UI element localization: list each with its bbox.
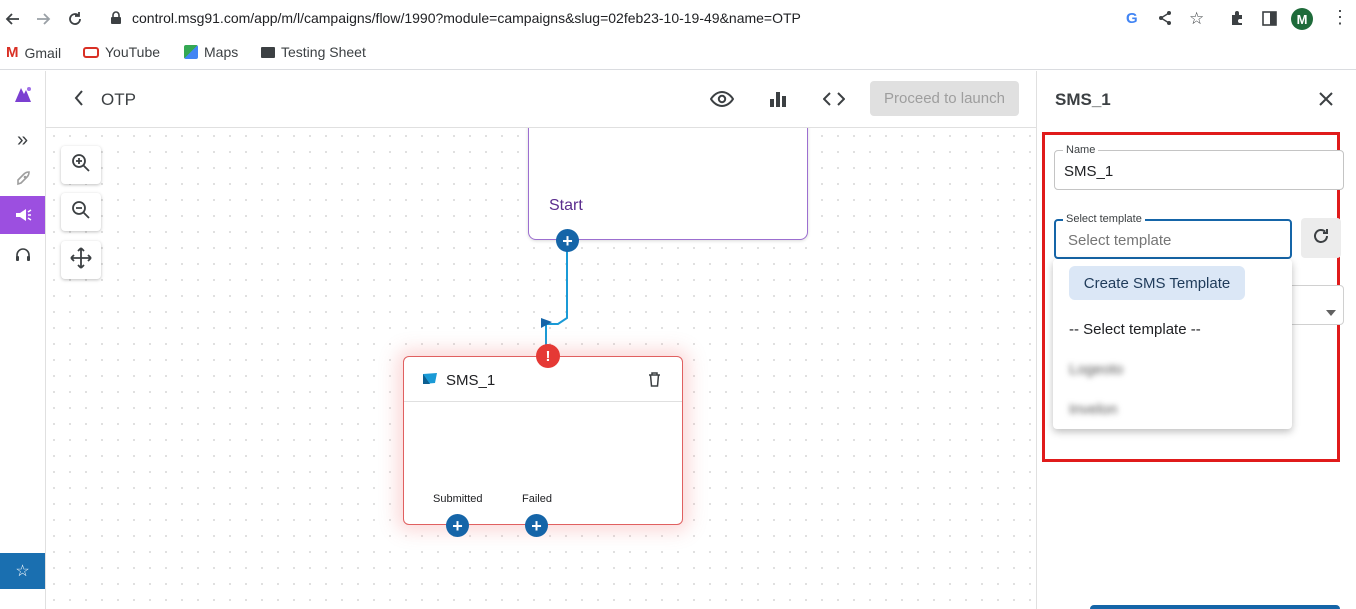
gmail-icon: M xyxy=(6,44,19,61)
menu-dots-icon[interactable]: ⋮ xyxy=(1331,8,1349,26)
analytics-bar-icon[interactable] xyxy=(769,90,787,113)
dropdown-option-blurred[interactable]: Logeoto xyxy=(1069,361,1123,378)
share-icon[interactable] xyxy=(1157,10,1173,31)
bookmark-label: Testing Sheet xyxy=(281,44,366,60)
output-submitted-label: Submitted xyxy=(433,493,483,505)
expand-sidebar-icon[interactable]: » xyxy=(0,121,45,159)
name-field-value: SMS_1 xyxy=(1064,163,1114,180)
bookmark-label: YouTube xyxy=(105,44,161,60)
sms-node-title: SMS_1 xyxy=(446,372,496,389)
preview-eye-icon[interactable] xyxy=(709,90,735,113)
delete-trash-icon[interactable] xyxy=(648,372,661,392)
rocket-icon[interactable] xyxy=(0,160,45,198)
browser-toolbar: control.msg91.com/app/m/l/campaigns/flow… xyxy=(0,0,1356,37)
folder-icon xyxy=(261,46,275,58)
lock-icon[interactable] xyxy=(110,11,122,30)
bookmark-label: Maps xyxy=(204,44,239,60)
move-arrows-icon xyxy=(70,246,92,274)
campaigns-nav-icon[interactable] xyxy=(0,196,45,234)
reload-icon[interactable] xyxy=(64,8,86,30)
close-icon[interactable] xyxy=(1319,92,1333,111)
proceed-to-launch-button[interactable]: Proceed to launch xyxy=(870,81,1019,116)
bookmark-label: Gmail xyxy=(24,44,62,61)
bookmark-maps[interactable]: Maps xyxy=(184,44,238,60)
dropdown-option-default[interactable]: -- Select template -- xyxy=(1069,321,1201,338)
template-field-label: Select template xyxy=(1063,213,1145,225)
panel-footer-button[interactable] xyxy=(1090,605,1340,609)
back-arrow-icon[interactable] xyxy=(73,89,85,112)
flow-header: OTP Proceed to launch xyxy=(46,71,1036,128)
output-failed-label: Failed xyxy=(522,493,552,505)
back-icon[interactable] xyxy=(2,8,24,30)
name-field-label: Name xyxy=(1063,144,1099,156)
zoom-in-icon xyxy=(71,153,91,178)
zoom-in-button[interactable] xyxy=(61,146,101,184)
refresh-templates-button[interactable] xyxy=(1301,218,1341,258)
panel-title: SMS_1 xyxy=(1055,90,1111,109)
msg91-logo-icon[interactable] xyxy=(0,76,45,114)
chevron-down-icon xyxy=(1326,303,1336,321)
google-lens-icon[interactable]: G xyxy=(1126,10,1138,27)
bookmarks-bar: M Gmail YouTube Maps Testing Sheet xyxy=(0,37,1356,70)
template-select-input[interactable]: Select template Select template xyxy=(1054,213,1292,259)
zoom-out-button[interactable] xyxy=(61,193,101,231)
extensions-icon[interactable] xyxy=(1229,10,1245,31)
refresh-icon xyxy=(1312,227,1330,250)
fit-view-button[interactable] xyxy=(61,241,101,279)
error-indicator: ! xyxy=(536,344,560,368)
sms-node[interactable]: SMS_1 Submitted Failed xyxy=(403,356,683,525)
forward-icon[interactable] xyxy=(32,8,54,30)
page-title: OTP xyxy=(101,90,136,109)
connector-line xyxy=(541,240,568,346)
youtube-icon xyxy=(83,46,99,58)
address-bar[interactable]: control.msg91.com/app/m/l/campaigns/flow… xyxy=(132,10,801,26)
headset-icon[interactable] xyxy=(0,236,45,274)
star-nav-icon[interactable]: ☆ xyxy=(0,553,45,589)
bookmark-star-icon[interactable]: ☆ xyxy=(1189,9,1204,29)
flow-canvas[interactable]: Start + SMS_1 Submitted Failed + + ! xyxy=(46,128,1036,609)
app-sidebar: » ☆ xyxy=(0,71,46,609)
template-dropdown-menu: Create SMS Template -- Select template -… xyxy=(1053,259,1292,429)
code-icon[interactable] xyxy=(822,91,846,112)
sms-flag-icon xyxy=(422,372,438,391)
side-panel-icon[interactable] xyxy=(1262,11,1277,31)
maps-icon xyxy=(184,45,198,59)
name-field[interactable]: Name SMS_1 xyxy=(1054,144,1344,190)
start-add-button[interactable]: + xyxy=(556,229,579,252)
dropdown-option-blurred[interactable]: Invelon xyxy=(1069,401,1117,418)
failed-add-button[interactable]: + xyxy=(525,514,548,537)
profile-avatar[interactable]: M xyxy=(1291,8,1313,30)
template-placeholder: Select template xyxy=(1068,232,1172,249)
bookmark-youtube[interactable]: YouTube xyxy=(83,44,160,60)
bookmark-testing-sheet[interactable]: Testing Sheet xyxy=(261,44,366,60)
start-node[interactable]: Start xyxy=(528,128,808,240)
bookmark-gmail[interactable]: M Gmail xyxy=(6,44,61,61)
submitted-add-button[interactable]: + xyxy=(446,514,469,537)
start-node-label: Start xyxy=(549,197,583,214)
create-sms-template-button[interactable]: Create SMS Template xyxy=(1069,266,1245,300)
zoom-out-icon xyxy=(71,200,91,225)
